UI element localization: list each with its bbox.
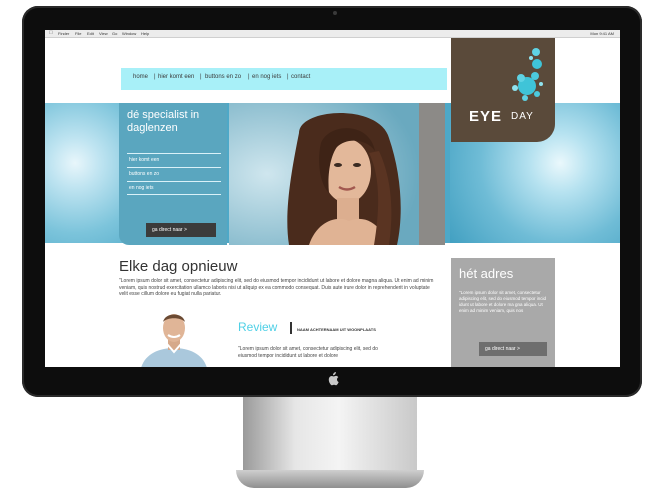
address-box: hét adres "Lorem ipsum dolor sit amet, c…: [451, 258, 555, 367]
hero-image: [229, 103, 419, 245]
nav-separator: |: [287, 74, 289, 80]
menu-item[interactable]: Window: [122, 30, 136, 37]
nav-separator: |: [248, 74, 250, 80]
menu-item[interactable]: Go: [112, 30, 117, 37]
camera-icon: [333, 11, 337, 15]
apple-logo-icon: [326, 372, 340, 388]
logo-day-text: DAY: [511, 111, 534, 122]
panel-link-hier-komt-een[interactable]: hier komt een: [127, 153, 221, 166]
nav-separator: |: [154, 74, 156, 80]
nav-hier-komt-een[interactable]: hier komt een: [158, 74, 194, 80]
monitor-stand: [243, 397, 417, 477]
review-divider: [290, 322, 292, 334]
menubar-clock: Mon 9:41 AM: [590, 31, 614, 36]
nav-en-nog-iets[interactable]: en nog iets: [252, 74, 281, 80]
panel-title: dé specialist in daglenzen: [127, 109, 200, 134]
review-title: Review: [238, 320, 278, 334]
panel-link-en-nog-iets[interactable]: en nog iets: [127, 181, 221, 195]
specialist-panel: dé specialist in daglenzen hier komt een…: [119, 103, 227, 245]
nav-buttons-en-zo[interactable]: buttons en zo: [205, 74, 241, 80]
intro-paragraph: "Lorem ipsum dolor sit amet, consectetur…: [119, 278, 434, 297]
logo-bubbles-icon: [512, 48, 543, 101]
logo-eye-text: EYE: [469, 108, 503, 125]
monitor-base: [236, 470, 424, 488]
address-text: "Lorem ipsum dolor sit amet, consectetur…: [459, 290, 547, 313]
apple-menu-icon[interactable]: : [49, 30, 53, 37]
eyeday-logo[interactable]: EYE DAY: [451, 38, 555, 142]
nav-contact[interactable]: contact: [291, 74, 310, 80]
menu-item[interactable]: Finder: [58, 30, 69, 37]
hero-side-strip: [419, 103, 445, 245]
os-menubar:  Finder File Edit View Go Window Help M…: [45, 30, 620, 38]
review-author: NAAM ACHTERNAAM UIT WOONPLAATS: [297, 327, 376, 332]
page-heading: Elke dag opnieuw: [119, 258, 238, 275]
ga-direct-naar-button[interactable]: ga direct naar >: [146, 223, 216, 237]
reviewer-photo: [137, 308, 211, 367]
screen:  Finder File Edit View Go Window Help M…: [45, 30, 620, 367]
menu-item[interactable]: View: [99, 30, 108, 37]
nav-separator: |: [200, 74, 202, 80]
nav-home[interactable]: home: [133, 74, 148, 80]
menu-item[interactable]: File: [75, 30, 81, 37]
address-title: hét adres: [459, 266, 514, 281]
panel-link-buttons-en-zo[interactable]: buttons en zo: [127, 167, 221, 180]
menu-item[interactable]: Edit: [87, 30, 94, 37]
menu-item[interactable]: Help: [141, 30, 149, 37]
review-quote: "Lorem ipsum dolor sit amet, consectetur…: [238, 346, 378, 359]
main-nav: home | hier komt een | buttons en zo | e…: [121, 68, 447, 90]
address-ga-direct-naar-button[interactable]: ga direct naar >: [479, 342, 547, 356]
